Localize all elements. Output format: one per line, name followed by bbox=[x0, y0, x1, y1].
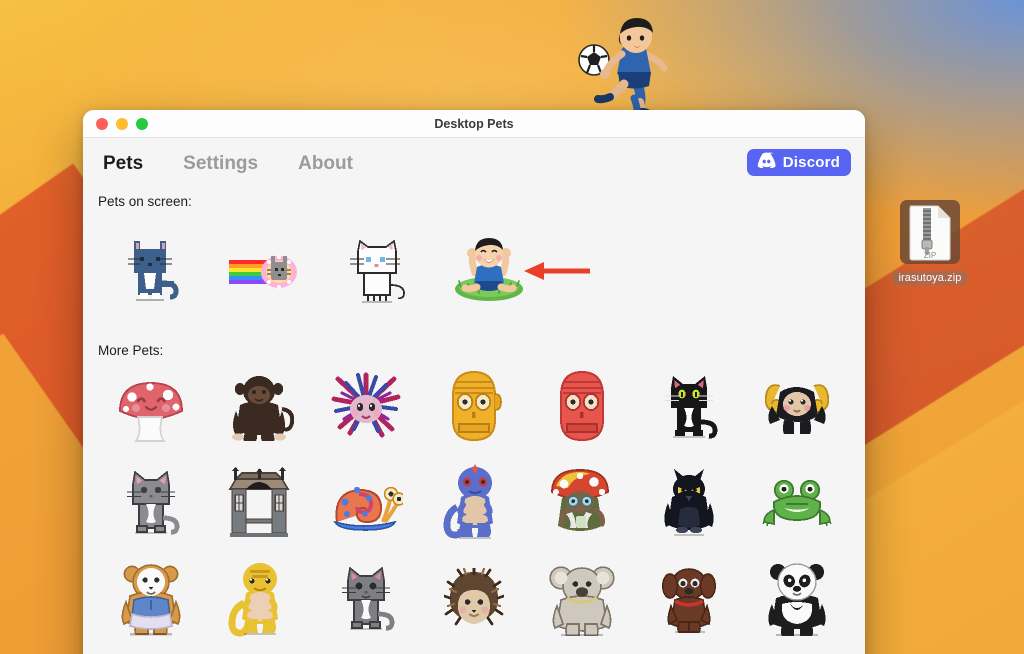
soccer-player-pet-sprite[interactable] bbox=[572, 14, 690, 116]
zip-file-icon: ZIP bbox=[898, 198, 962, 268]
desktop-file-icon[interactable]: ZIP irasutoya.zip bbox=[887, 198, 973, 296]
pet-gorilla[interactable] bbox=[213, 362, 305, 450]
active-pets-row bbox=[97, 219, 851, 315]
maximize-button[interactable] bbox=[136, 117, 148, 130]
pet-mushroom[interactable] bbox=[105, 362, 197, 450]
pet-nyan-cat[interactable] bbox=[209, 225, 321, 315]
desktop-screen: ZIP irasutoya.zip Desktop Pets Pets Sett… bbox=[0, 0, 1024, 654]
discord-button[interactable]: Discord bbox=[746, 149, 851, 176]
tab-settings[interactable]: Settings bbox=[163, 153, 278, 175]
pet-koala[interactable] bbox=[536, 554, 628, 642]
tab-about[interactable]: About bbox=[278, 153, 373, 175]
pet-shrine-gate[interactable] bbox=[213, 458, 305, 546]
desktop-pets-window: Desktop Pets Pets Settings About Discord… bbox=[83, 110, 865, 654]
pet-mushroom-scientist[interactable] bbox=[536, 458, 628, 546]
close-button[interactable] bbox=[96, 117, 108, 130]
pet-brown-dog[interactable] bbox=[643, 554, 735, 642]
traffic-lights bbox=[96, 117, 148, 130]
pet-green-frog[interactable] bbox=[751, 458, 843, 546]
pet-ram-creature[interactable] bbox=[751, 362, 843, 450]
discord-icon bbox=[756, 152, 777, 173]
pet-blue-lizard[interactable] bbox=[428, 458, 520, 546]
pet-blue-cat[interactable] bbox=[97, 225, 209, 315]
pet-black-cat[interactable] bbox=[643, 362, 735, 450]
pet-white-cat[interactable] bbox=[321, 225, 433, 315]
zip-type-text: ZIP bbox=[924, 251, 936, 260]
pet-cheering-boy[interactable] bbox=[433, 225, 545, 315]
tab-pets[interactable]: Pets bbox=[83, 153, 163, 175]
pet-dark-bird[interactable] bbox=[643, 458, 735, 546]
more-pets-row bbox=[97, 550, 851, 646]
minimize-button[interactable] bbox=[116, 117, 128, 130]
desktop-file-label: irasutoya.zip bbox=[893, 271, 967, 285]
more-pets-row bbox=[97, 358, 851, 454]
pet-panda[interactable] bbox=[751, 554, 843, 642]
more-pets-row bbox=[97, 454, 851, 550]
pets-content: Pets on screen: More Pets: bbox=[83, 194, 865, 654]
pet-bear-in-shirt[interactable] bbox=[105, 554, 197, 642]
pets-on-screen-label: Pets on screen: bbox=[98, 194, 192, 209]
pet-yellow-lizard[interactable] bbox=[213, 554, 305, 642]
pet-hedgehog[interactable] bbox=[428, 554, 520, 642]
pet-gray-cat[interactable] bbox=[105, 458, 197, 546]
pet-spiky-creature[interactable] bbox=[320, 362, 412, 450]
pet-yellow-head[interactable] bbox=[428, 362, 520, 450]
pet-snail[interactable] bbox=[320, 458, 412, 546]
tab-bar: Pets Settings About Discord bbox=[83, 138, 865, 190]
pet-gray-cat-2[interactable] bbox=[320, 554, 412, 642]
pet-red-head[interactable] bbox=[536, 362, 628, 450]
window-titlebar[interactable]: Desktop Pets bbox=[83, 110, 865, 138]
discord-button-label: Discord bbox=[782, 154, 840, 171]
tab-list: Pets Settings About bbox=[83, 153, 373, 175]
window-title: Desktop Pets bbox=[434, 116, 514, 131]
more-pets-label: More Pets: bbox=[98, 343, 164, 358]
